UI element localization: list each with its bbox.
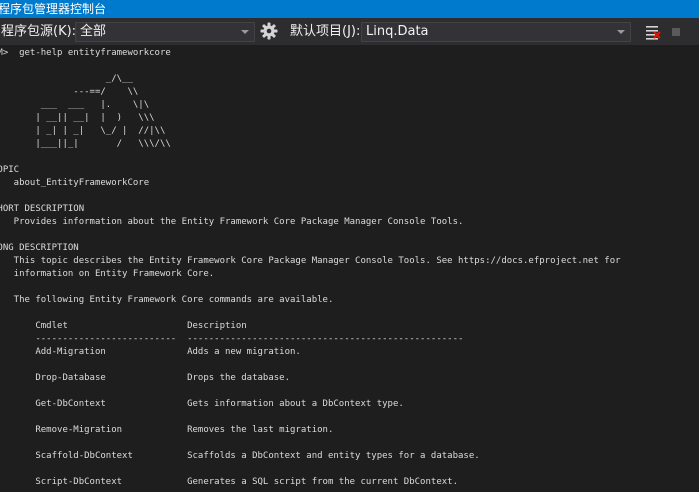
default-project-label: 默认项目(J): xyxy=(290,24,361,39)
window-title: 程序包管理器控制台 xyxy=(0,2,107,16)
console-line: |___||_| / \\\/\\ xyxy=(0,139,171,149)
console-line: SHORT DESCRIPTION xyxy=(0,204,85,214)
console-line: Scaffold-DbContext Scaffolds a DbContext… xyxy=(0,451,480,461)
console-line: Cmdlet Description xyxy=(0,321,247,331)
package-source-label: 程序包源(K): xyxy=(1,24,77,39)
console-line: information on Entity Framework Core. xyxy=(0,269,215,279)
package-source-dropdown[interactable]: 全部 xyxy=(75,22,255,42)
console-text: PM> get-help entityframeworkcore _/\__ -… xyxy=(0,47,621,489)
console-line: Provides information about the Entity Fr… xyxy=(0,217,464,227)
console-output[interactable]: PM> get-help entityframeworkcore _/\__ -… xyxy=(0,45,699,492)
console-line: PM> get-help entityframeworkcore xyxy=(0,48,171,58)
console-line: _/\__ xyxy=(0,74,133,84)
console-line: Add-Migration Adds a new migration. xyxy=(0,347,301,357)
console-line: TOPIC xyxy=(0,165,20,175)
console-line: This topic describes the Entity Framewor… xyxy=(0,256,621,266)
console-toolbar: 程序包源(K): 全部 默认项目(J): Linq.Data xyxy=(0,18,699,45)
console-line: ---==/ \\ xyxy=(0,87,139,97)
default-project-dropdown[interactable]: Linq.Data xyxy=(361,22,631,42)
console-line: | _| | _| \_/ | //|\\ xyxy=(0,126,166,136)
console-line: about_EntityFrameworkCore xyxy=(0,178,150,188)
default-project-value: Linq.Data xyxy=(366,24,429,39)
chevron-down-icon xyxy=(617,30,625,34)
console-line: Get-DbContext Gets information about a D… xyxy=(0,399,404,409)
chevron-down-icon xyxy=(241,30,249,34)
console-line: Drop-Database Drops the database. xyxy=(0,373,291,383)
console-line: -------------------------- -------------… xyxy=(0,334,464,344)
console-line: The following Entity Framework Core comm… xyxy=(0,295,334,305)
stop-command-icon[interactable] xyxy=(666,22,686,42)
gear-icon[interactable] xyxy=(258,20,280,42)
console-line: | __|| __| | ) \\\ xyxy=(0,113,155,123)
package-source-value: 全部 xyxy=(80,24,107,39)
console-line: ___ ___ |. \|\ xyxy=(0,100,150,110)
clear-console-icon[interactable] xyxy=(642,22,662,42)
console-line: Script-DbContext Generates a SQL script … xyxy=(0,477,458,487)
console-line: LONG DESCRIPTION xyxy=(0,243,79,253)
console-line: Remove-Migration Removes the last migrat… xyxy=(0,425,334,435)
window-title-bar: 程序包管理器控制台 xyxy=(0,0,699,18)
